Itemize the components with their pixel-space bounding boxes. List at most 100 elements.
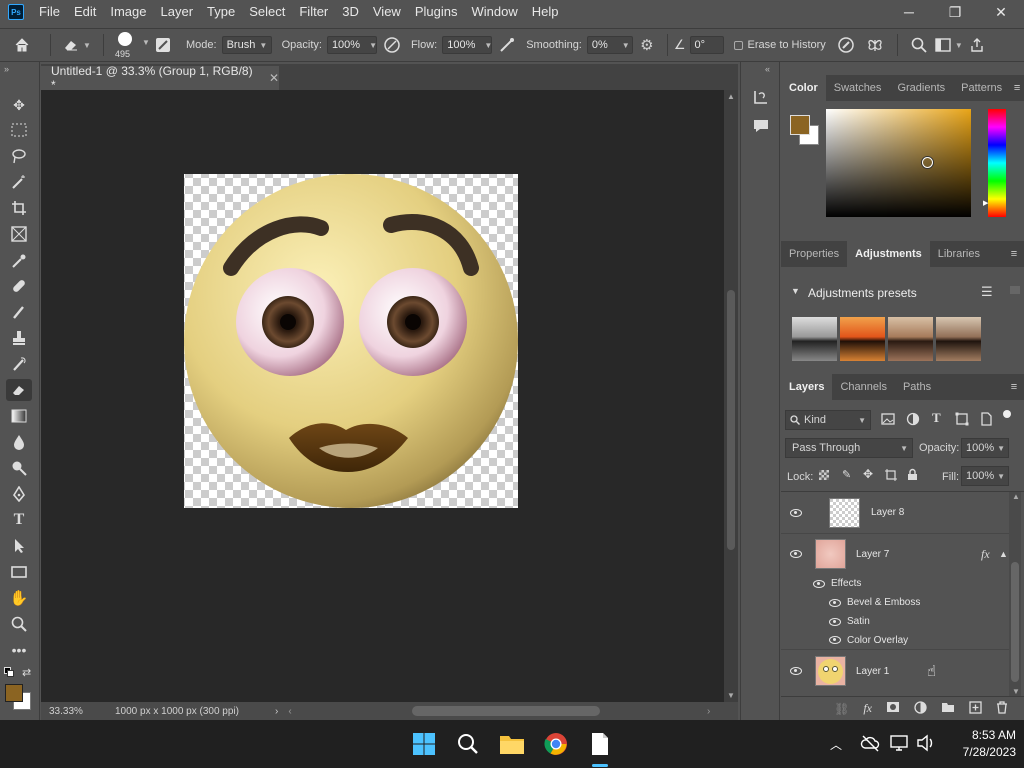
vertical-scroll-thumb[interactable]	[727, 290, 735, 550]
menu-plugins[interactable]: Plugins	[408, 0, 465, 24]
workspace-switcher[interactable]: ▼	[934, 38, 964, 52]
layer-effects-fx-icon[interactable]: fx	[981, 547, 990, 562]
swap-colors-icon[interactable]: ⇄	[22, 666, 31, 679]
panel-menu-icon[interactable]: ≡	[1010, 75, 1024, 101]
visibility-toggle[interactable]	[781, 617, 847, 626]
restore-button[interactable]: ❐	[932, 0, 978, 24]
tab-layers[interactable]: Layers	[781, 374, 833, 400]
healing-brush-tool[interactable]	[6, 275, 32, 297]
preset-thumbnail-vintage[interactable]	[936, 317, 981, 361]
preset-thumbnail-warm[interactable]	[840, 317, 885, 361]
opacity-field[interactable]: 100% ▼	[326, 36, 377, 54]
delete-layer-button[interactable]	[996, 700, 1008, 717]
layer-row[interactable]: Layer 8	[781, 492, 1009, 534]
layer-filter-kind-select[interactable]: Kind ▼	[785, 410, 871, 430]
history-brush-tool[interactable]	[6, 353, 32, 375]
layer-opacity-field[interactable]: 100% ▼	[961, 438, 1009, 458]
edit-toolbar-button[interactable]: •••	[6, 639, 32, 661]
effect-row[interactable]: Satin	[781, 612, 1009, 631]
panel-menu-icon[interactable]: ≡	[1004, 241, 1024, 267]
color-foreground-swatch[interactable]	[790, 115, 810, 135]
minimize-button[interactable]: ─	[886, 0, 932, 24]
scroll-right-icon[interactable]: ›	[707, 706, 710, 717]
tab-paths[interactable]: Paths	[895, 374, 939, 400]
brush-settings-toggle[interactable]	[150, 35, 176, 55]
menu-edit[interactable]: Edit	[67, 0, 103, 24]
erase-to-history-checkbox[interactable]	[733, 40, 743, 50]
add-mask-button[interactable]	[886, 701, 900, 716]
document-tab[interactable]: Untitled-1 @ 33.3% (Group 1, RGB/8) * ✕	[41, 64, 279, 92]
close-button[interactable]: ✕	[978, 0, 1024, 24]
type-tool[interactable]: T	[6, 509, 32, 531]
lasso-tool[interactable]	[6, 145, 32, 167]
share-button[interactable]	[964, 38, 990, 52]
rectangle-tool[interactable]	[6, 561, 32, 583]
menu-window[interactable]: Window	[464, 0, 524, 24]
tab-libraries[interactable]: Libraries	[930, 241, 988, 267]
menu-3d[interactable]: 3D	[335, 0, 366, 24]
lock-all-button[interactable]	[907, 468, 918, 484]
panel-scrollbar[interactable]	[1010, 286, 1020, 294]
new-adjustment-layer-button[interactable]	[914, 700, 927, 717]
filter-type-layers-button[interactable]: T	[932, 410, 941, 426]
comments-panel-button[interactable]	[752, 117, 770, 138]
filter-smart-objects-button[interactable]	[979, 412, 993, 429]
visibility-toggle[interactable]	[781, 508, 811, 517]
hue-slider[interactable]: ▶	[983, 109, 1006, 217]
tab-color[interactable]: Color	[781, 75, 826, 101]
panel-menu-icon[interactable]: ≡	[1004, 374, 1024, 400]
blur-tool[interactable]	[6, 431, 32, 453]
brush-tool[interactable]	[6, 301, 32, 323]
file-explorer-button[interactable]	[496, 728, 528, 760]
chrome-button[interactable]	[540, 728, 572, 760]
mode-select[interactable]: Brush ▼	[221, 36, 272, 54]
link-layers-icon[interactable]: ⛓	[834, 702, 849, 716]
scroll-left-icon[interactable]: ‹	[288, 706, 291, 717]
crop-tool[interactable]	[6, 197, 32, 219]
clone-stamp-tool[interactable]	[6, 327, 32, 349]
menu-filter[interactable]: Filter	[292, 0, 335, 24]
marquee-tool[interactable]	[6, 119, 32, 141]
visibility-toggle[interactable]	[781, 550, 811, 558]
layer-name[interactable]: Layer 1	[856, 666, 889, 677]
volume-button[interactable]	[916, 734, 936, 755]
flow-field[interactable]: 100% ▼	[442, 36, 492, 54]
visibility-toggle[interactable]	[781, 598, 847, 607]
layers-scroll-thumb[interactable]	[1011, 562, 1019, 682]
smoothing-field[interactable]: 0% ▼	[586, 36, 633, 54]
start-button[interactable]	[408, 728, 440, 760]
preset-thumbnail-bw[interactable]	[792, 317, 837, 361]
gradient-tool[interactable]	[6, 405, 32, 427]
tool-preset-picker[interactable]: ▼	[57, 38, 97, 52]
eraser-tool[interactable]	[6, 379, 32, 401]
hand-tool[interactable]: ✋	[6, 587, 32, 609]
show-hidden-icons-icon[interactable]: ︿	[830, 736, 842, 753]
layer-name[interactable]: Layer 7	[856, 549, 889, 560]
collapse-panel-icon[interactable]: «	[765, 64, 770, 74]
pen-tool[interactable]	[6, 483, 32, 505]
angle-field[interactable]: 0°	[689, 36, 724, 54]
layer-row[interactable]: Layer 1 ☝	[781, 651, 1009, 691]
visibility-toggle[interactable]	[781, 667, 811, 675]
preset-thumbnail-faded[interactable]	[888, 317, 933, 361]
scroll-up-icon[interactable]: ▲	[1012, 492, 1020, 501]
layer-row[interactable]: Layer 7 fx ▲	[781, 534, 1009, 574]
symmetry-button[interactable]	[861, 36, 889, 54]
zoom-tool[interactable]	[6, 613, 32, 635]
menu-select[interactable]: Select	[242, 0, 292, 24]
tab-swatches[interactable]: Swatches	[826, 75, 890, 101]
menu-type[interactable]: Type	[200, 0, 242, 24]
tab-gradients[interactable]: Gradients	[889, 75, 953, 101]
menu-layer[interactable]: Layer	[154, 0, 201, 24]
filter-pixel-layers-button[interactable]	[881, 412, 895, 429]
visibility-toggle[interactable]	[781, 636, 847, 644]
layers-scrollbar[interactable]: ▲ ▼	[1009, 492, 1021, 696]
new-group-button[interactable]	[941, 701, 955, 716]
canvas-area[interactable]	[41, 90, 724, 702]
lock-image-pixels-icon[interactable]: ✎	[842, 468, 851, 481]
menu-help[interactable]: Help	[525, 0, 566, 24]
opacity-pressure-toggle[interactable]	[377, 36, 407, 54]
saturation-brightness-field[interactable]	[826, 109, 971, 217]
zoom-level[interactable]: 33.33%	[49, 706, 101, 717]
home-button[interactable]	[0, 37, 44, 53]
